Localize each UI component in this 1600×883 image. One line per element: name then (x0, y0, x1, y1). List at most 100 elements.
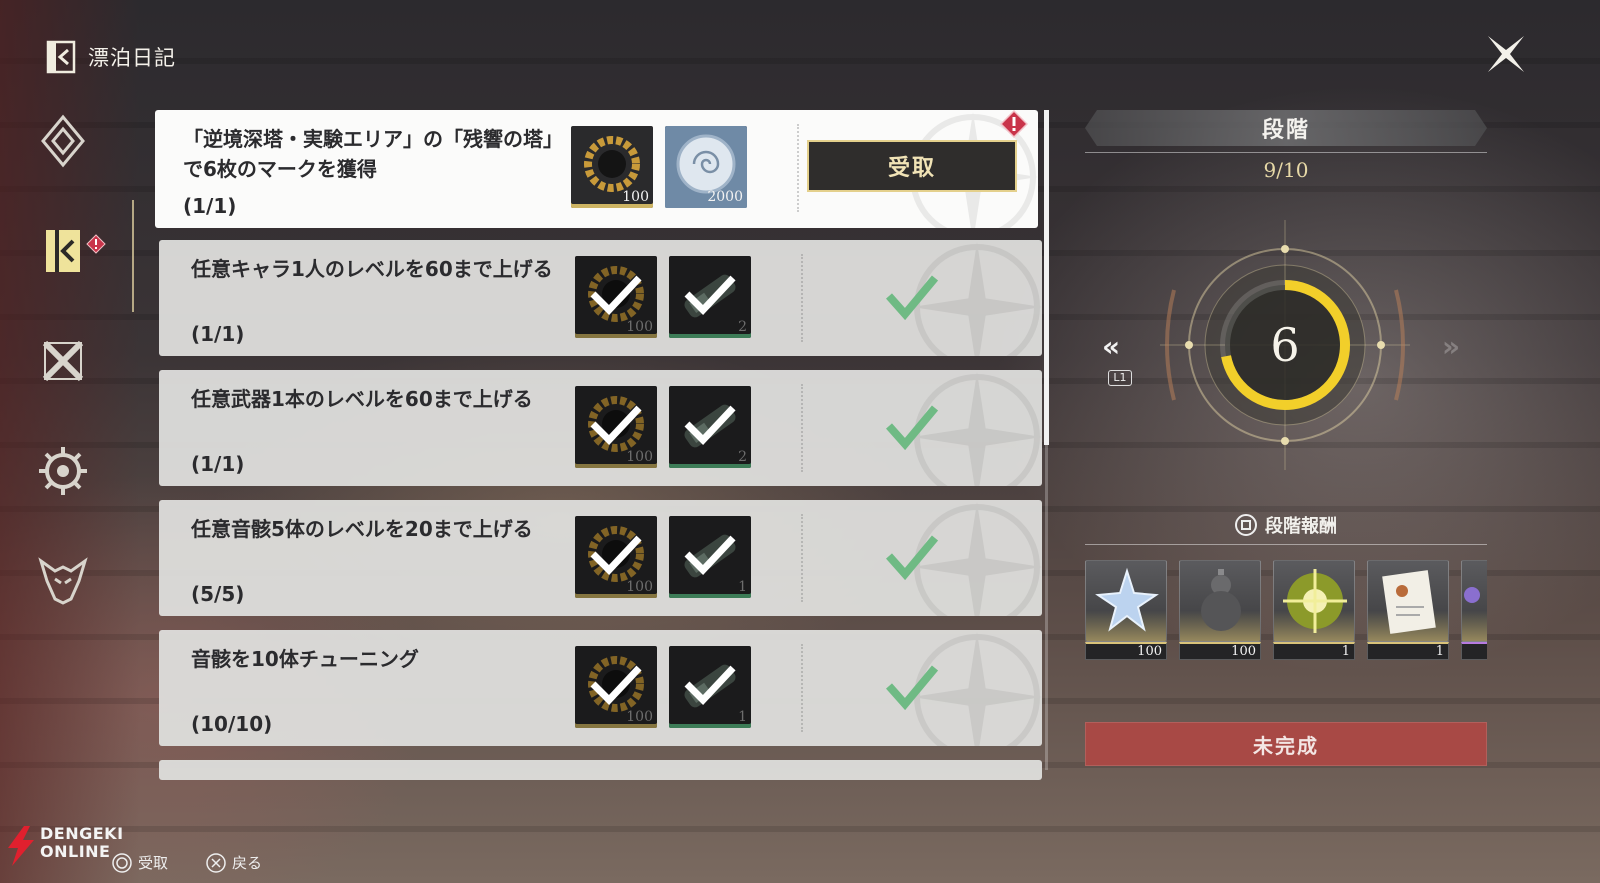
stage-rewards-list: 100 100 1 1 (1085, 560, 1487, 660)
quest-row[interactable]: 任意音骸5体のレベルを20まで上げる (5/5) 100 1 (159, 500, 1042, 616)
quest-progress: (1/1) (191, 452, 245, 476)
quest-row[interactable]: 任意キャラ1人のレベルを60まで上げる (1/1) 100 2 (159, 240, 1042, 356)
quest-description: 任意キャラ1人のレベルを60まで上げる (191, 257, 553, 281)
nav-item-gear[interactable] (36, 444, 90, 498)
quest-reward-item[interactable]: 1 (669, 646, 751, 728)
reward-quantity: 2 (738, 319, 747, 335)
double-chevron-left-icon: « (1102, 330, 1121, 363)
stage-count: 9/10 (1263, 158, 1309, 182)
stage-reward-item[interactable]: 1 (1367, 560, 1449, 660)
quest-progress: (10/10) (191, 712, 273, 736)
watermark-line2: ONLINE (40, 842, 111, 861)
nav-item-battle[interactable] (36, 334, 90, 388)
reward-quantity: 1 (738, 579, 747, 595)
checkmark-icon (684, 405, 736, 446)
monster-head-icon (38, 557, 88, 605)
checkmark-icon (590, 535, 642, 576)
reward-quantity: 1 (738, 709, 747, 725)
stage-rewards-label: 段階報酬 (1265, 516, 1337, 537)
gourd-icon (1201, 569, 1241, 631)
quest-list[interactable]: 「逆境深塔・実験エリア」の「残響の塔」で6枚のマークを獲得 (1/1) 100 200… (155, 110, 1045, 780)
double-chevron-right-icon[interactable]: » (1442, 330, 1460, 363)
claim-button[interactable]: 受取 (807, 140, 1017, 192)
quest-row[interactable] (159, 760, 1042, 780)
circle-button-icon (112, 852, 132, 873)
golden-orb-icon (1283, 569, 1347, 633)
quest-reward-item[interactable]: 1 (669, 516, 751, 598)
reward-quantity: 100 (626, 579, 653, 595)
completed-check-icon (886, 275, 939, 320)
quest-reward-item[interactable]: 2 (669, 256, 751, 338)
stage-reward-item[interactable]: 100 (1085, 560, 1167, 660)
reward-quantity: 100 (626, 709, 653, 725)
reward-quantity-bar: 1 (1367, 642, 1449, 660)
recipe-scroll-icon (1382, 570, 1436, 634)
quest-row[interactable]: 任意武器1本のレベルを60まで上げる (1/1) 100 2 (159, 370, 1042, 486)
quest-reward-item[interactable]: 100 (575, 386, 657, 468)
stage-reward-item[interactable]: 1 (1273, 560, 1355, 660)
lightning-bolt-icon (8, 826, 34, 866)
nav-active-rail (132, 200, 134, 312)
reward-quantity: 2 (738, 449, 747, 465)
gear-wheel-icon (39, 447, 87, 495)
reward-quantity: 100 (1137, 644, 1162, 659)
row-divider (801, 514, 803, 602)
quest-reward-item[interactable]: 2000 (665, 126, 747, 208)
current-stage-number: 6 (1270, 318, 1300, 372)
hint-claim: 受取 (112, 852, 168, 873)
checkmark-icon (590, 275, 642, 316)
reward-quantity-bar (1461, 642, 1487, 660)
completed-check-icon (886, 405, 939, 450)
quest-reward-item[interactable]: 100 (575, 646, 657, 728)
reward-art (1367, 560, 1449, 642)
reward-quantity-bar: 100 (1085, 642, 1167, 660)
crossed-swords-icon (42, 340, 84, 382)
row-divider (801, 384, 803, 472)
row-divider (797, 124, 799, 212)
hint-back: 戻る (206, 852, 262, 873)
quest-reward-item[interactable]: 2 (669, 386, 751, 468)
reward-quantity: 100 (1231, 644, 1256, 659)
quest-reward-item[interactable]: 100 (575, 256, 657, 338)
stage-reward-item[interactable]: 100 (1179, 560, 1261, 660)
reward-quantity: 100 (626, 319, 653, 335)
scrollbar-thumb[interactable] (1044, 110, 1049, 445)
quest-progress: (1/1) (183, 194, 237, 218)
nav-item-monster[interactable] (36, 554, 90, 608)
quest-reward-item[interactable]: 100 (571, 126, 653, 208)
close-x-icon[interactable] (1484, 32, 1528, 76)
reward-art (1461, 560, 1487, 642)
nav-item-rank[interactable] (36, 114, 90, 168)
quest-row[interactable]: 「逆境深塔・実験エリア」の「残響の塔」で6枚のマークを獲得 (1/1) 100 200… (155, 110, 1038, 228)
hint-claim-label: 受取 (138, 854, 169, 872)
header: 漂泊日記 (46, 40, 176, 74)
quest-reward-item[interactable]: 100 (575, 516, 657, 598)
cross-button-icon (206, 852, 226, 873)
page-title: 漂泊日記 (88, 46, 176, 70)
crystal-star-icon (1095, 567, 1159, 632)
completed-check-icon (886, 535, 939, 580)
l1-button-hint: L1 (1108, 370, 1132, 386)
reward-quantity: 1 (1341, 644, 1350, 659)
stage-rewards-header: 段階報酬 (1085, 512, 1487, 538)
square-button-icon (1235, 514, 1257, 536)
row-divider (801, 644, 803, 732)
reward-quantity: 100 (626, 449, 653, 465)
quest-description: 任意武器1本のレベルを60まで上げる (191, 387, 533, 411)
watermark-line1: DENGEKI (40, 824, 124, 843)
checkmark-icon (684, 535, 736, 576)
reward-art (1273, 560, 1355, 642)
reward-art (1179, 560, 1261, 642)
reward-quantity-bar: 1 (1273, 642, 1355, 660)
journal-active-icon (46, 230, 80, 272)
quest-row[interactable]: 音骸を10体チューニング (10/10) 100 1 (159, 630, 1042, 746)
stage-reward-item[interactable] (1461, 560, 1487, 660)
quest-progress: (1/1) (191, 322, 245, 346)
nav-item-journal[interactable] (36, 224, 90, 278)
reward-quantity: 2000 (707, 189, 743, 205)
completed-check-icon (886, 665, 939, 710)
stage-title: 段階 (1261, 118, 1310, 143)
stage-status-button[interactable]: 未完成 (1085, 722, 1487, 766)
alert-badge-icon (1000, 110, 1028, 138)
reward-quantity: 100 (622, 189, 649, 205)
